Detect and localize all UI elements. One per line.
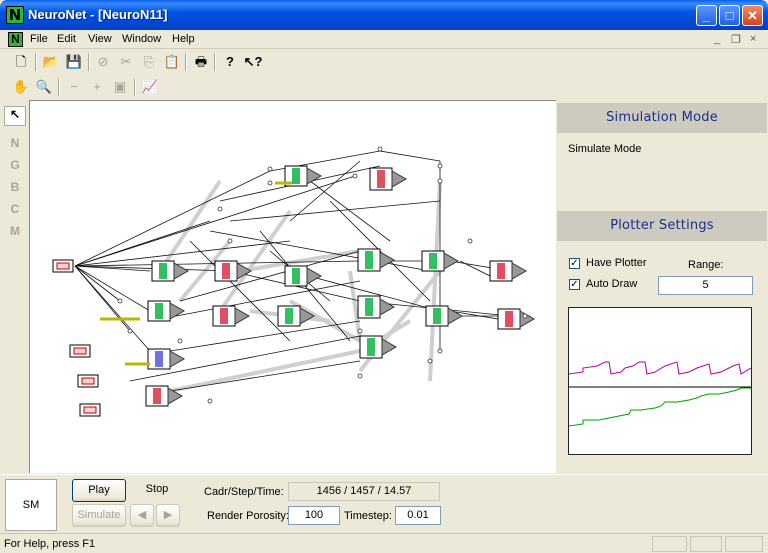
neural-network-diagram[interactable] [30, 101, 556, 473]
status-bar: For Help, press F1 [0, 533, 768, 553]
input-node[interactable] [69, 344, 91, 358]
copy-icon[interactable]: ⎘ [138, 52, 160, 72]
toolbar-separator [58, 78, 60, 96]
simulate-button[interactable]: Simulate [72, 504, 126, 527]
input-node[interactable] [79, 403, 101, 417]
maximize-button[interactable]: □ [719, 5, 740, 26]
neuron-node[interactable] [214, 260, 253, 282]
tool-c[interactable]: C [4, 202, 26, 222]
neuron-node[interactable] [489, 260, 528, 282]
paste-icon[interactable]: 📋 [161, 52, 183, 72]
toolbar-separator [214, 53, 216, 71]
hand-icon[interactable]: ✋ [10, 77, 32, 97]
zoom-out-icon[interactable]: − [63, 77, 85, 97]
step-forward-button[interactable]: ▶ [156, 504, 180, 527]
network-canvas[interactable] [29, 100, 556, 473]
auto-draw-label: Auto Draw [586, 278, 638, 290]
toolbar-separator [185, 53, 187, 71]
cadr-value: 1456 / 1457 / 14.57 [288, 482, 440, 501]
view-toolbar: ✋ 🔍 − + ▣ 📈 [0, 75, 170, 99]
mode-badge: SM [5, 479, 57, 531]
menu-view[interactable]: View [88, 33, 112, 45]
range-input[interactable]: 5 [658, 276, 753, 295]
status-cell-cap [652, 536, 687, 552]
neuron-node[interactable] [357, 295, 396, 319]
plotter-settings-header: Plotter Settings [557, 211, 767, 241]
status-help-text: For Help, press F1 [4, 538, 96, 550]
title-bar: N NeuroNet - [NeuroN11] _ □ ✕ [0, 0, 768, 30]
cancel-icon[interactable]: ⊘ [92, 52, 114, 72]
plotter-view [568, 307, 752, 455]
menu-help[interactable]: Help [172, 33, 195, 45]
plot-series-green [568, 387, 751, 427]
toolbar-separator [88, 53, 90, 71]
pointer-tool[interactable]: ↖ [4, 106, 26, 126]
input-node[interactable] [77, 374, 99, 388]
neuron-node[interactable] [147, 348, 186, 370]
render-porosity-label: Render Porosity: [207, 510, 289, 522]
standard-toolbar: 🗋 📂 💾 ⊘ ✂ ⎘ 📋 🖶 ? ↖? [0, 50, 290, 74]
range-label: Range: [688, 259, 724, 271]
tool-b[interactable]: B [4, 180, 26, 200]
play-button[interactable]: Play [72, 479, 126, 502]
print-icon[interactable]: 🖶 [190, 52, 212, 72]
menu-file[interactable]: File [30, 33, 48, 45]
simulation-mode-text: Simulate Mode [568, 143, 642, 155]
save-icon[interactable]: 💾 [63, 52, 85, 72]
mdi-restore-button[interactable]: ❐ [731, 33, 741, 46]
context-help-icon[interactable]: ↖? [242, 52, 264, 72]
window-title: NeuroNet - [NeuroN11] [28, 7, 168, 22]
document-icon[interactable]: N [8, 32, 23, 47]
tool-m[interactable]: M [4, 224, 26, 244]
cut-icon[interactable]: ✂ [115, 52, 137, 72]
help-icon[interactable]: ? [219, 52, 241, 72]
toolbar-separator [134, 78, 136, 96]
menu-bar: N File Edit View Window Help _ ❐ × [0, 30, 768, 49]
auto-draw-checkbox[interactable]: ✓ [569, 279, 580, 290]
neuron-node[interactable] [425, 305, 464, 327]
input-node[interactable] [52, 259, 74, 273]
plot-chart-icon[interactable]: 📈 [139, 77, 161, 97]
step-back-button[interactable]: ◀ [130, 504, 154, 527]
mdi-minimize-button[interactable]: _ [714, 33, 720, 45]
toolbar-separator [35, 53, 37, 71]
neuron-node[interactable] [357, 248, 396, 272]
tool-g[interactable]: G [4, 158, 26, 178]
neuron-node[interactable] [359, 335, 398, 359]
zoom-icon[interactable]: 🔍 [33, 77, 55, 97]
app-logo-icon[interactable]: N [6, 6, 24, 24]
status-cell-scrl [725, 536, 763, 552]
plot-series-magenta [568, 361, 752, 375]
plotter-graph [568, 361, 752, 427]
neuron-node[interactable] [497, 308, 536, 330]
neuron-node[interactable] [147, 300, 186, 322]
menu-window[interactable]: Window [122, 33, 161, 45]
properties-panel: Simulation Mode Simulate Mode Plotter Se… [557, 100, 767, 473]
stop-button[interactable]: Stop [130, 479, 184, 502]
open-folder-icon[interactable]: 📂 [40, 52, 62, 72]
minimize-button[interactable]: _ [696, 5, 717, 26]
timestep-label: Timestep: [344, 510, 392, 522]
menu-edit[interactable]: Edit [57, 33, 76, 45]
have-plotter-checkbox[interactable]: ✓ [569, 258, 580, 269]
neuron-node[interactable] [277, 305, 316, 327]
new-file-icon[interactable]: 🗋 [10, 52, 32, 72]
simulation-mode-header: Simulation Mode [557, 103, 767, 133]
neuron-node[interactable] [284, 265, 323, 287]
mdi-close-button[interactable]: × [750, 33, 756, 45]
neuron-node[interactable] [421, 250, 460, 272]
zoom-in-icon[interactable]: + [86, 77, 108, 97]
render-porosity-input[interactable]: 100 [288, 506, 340, 525]
status-cell-num [690, 536, 722, 552]
cadr-label: Cadr/Step/Time: [204, 486, 284, 498]
simulation-controls: SM Play Stop Simulate ◀ ▶ Cadr/Step/Time… [0, 474, 768, 534]
have-plotter-label: Have Plotter [586, 257, 647, 269]
fit-screen-icon[interactable]: ▣ [109, 77, 131, 97]
tool-n[interactable]: N [4, 136, 26, 156]
close-button[interactable]: ✕ [742, 5, 763, 26]
neuron-node[interactable] [212, 305, 251, 327]
neuron-node[interactable] [369, 167, 408, 191]
timestep-input[interactable]: 0.01 [395, 506, 441, 525]
